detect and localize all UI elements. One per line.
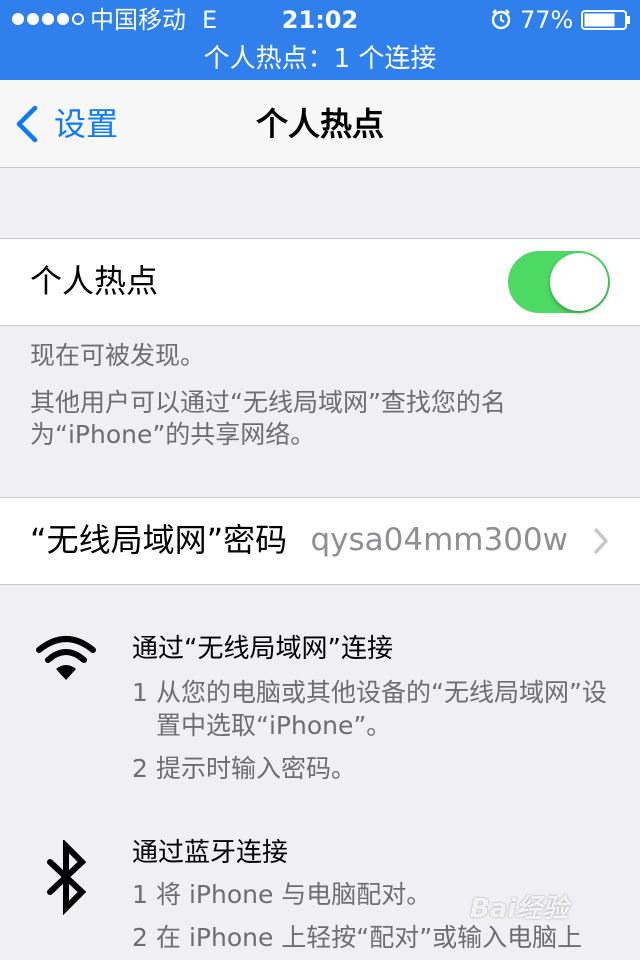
wifi-password-label: “无线局域网”密码 bbox=[30, 521, 288, 559]
navigation-bar: 设置 个人热点 bbox=[0, 80, 640, 168]
alarm-icon bbox=[491, 9, 511, 30]
status-bar: 中国移动 E 21:02 77% 个人热点：1 个连接 bbox=[0, 0, 640, 80]
hotspot-connections-banner[interactable]: 个人热点：1 个连接 bbox=[0, 40, 640, 80]
step-number: 2 bbox=[132, 923, 148, 952]
wifi-password-cell[interactable]: “无线局域网”密码 qysa04mm300w bbox=[0, 497, 640, 585]
step-number: 2 bbox=[132, 754, 148, 783]
discoverable-text: 现在可被发现。 bbox=[30, 341, 206, 370]
chevron-right-icon bbox=[594, 528, 608, 554]
hotspot-toggle-cell: 个人热点 bbox=[0, 238, 640, 326]
battery-percent: 77% bbox=[520, 6, 574, 34]
bluetooth-connect-title: 通过蓝牙连接 bbox=[132, 838, 289, 868]
page-title: 个人热点 bbox=[255, 105, 384, 143]
wifi-step: 2 提示时输入密码。 bbox=[132, 752, 612, 785]
step-text: 从您的电脑或其他设备的“无线局域网”设置中选取“iPhone”。 bbox=[156, 678, 607, 740]
status-row: 中国移动 E 21:02 77% bbox=[0, 0, 640, 40]
wifi-connect-title: 通过“无线局域网”连接 bbox=[132, 634, 393, 664]
battery-icon bbox=[581, 10, 630, 30]
step-number: 1 bbox=[132, 678, 148, 707]
step-text: 在 iPhone 上轻按“配对”或输入电脑上 bbox=[156, 923, 583, 952]
hotspot-toggle[interactable] bbox=[508, 251, 610, 313]
bluetooth-step: 2 在 iPhone 上轻按“配对”或输入电脑上 bbox=[132, 921, 612, 954]
bluetooth-icon bbox=[47, 840, 87, 916]
wifi-step: 1 从您的电脑或其他设备的“无线局域网”设置中选取“iPhone”。 bbox=[132, 676, 612, 742]
wifi-icon bbox=[36, 636, 96, 680]
wifi-password-value: qysa04mm300w bbox=[310, 522, 568, 558]
step-text: 提示时输入密码。 bbox=[156, 754, 357, 783]
toggle-knob bbox=[550, 253, 608, 311]
hotspot-label: 个人热点 bbox=[30, 262, 159, 300]
hotspot-description: 其他用户可以通过“无线局域网”查找您的名为“iPhone”的共享网络。 bbox=[30, 388, 506, 449]
baidu-watermark: Bai经验 bbox=[470, 894, 569, 924]
step-number: 1 bbox=[132, 880, 148, 909]
